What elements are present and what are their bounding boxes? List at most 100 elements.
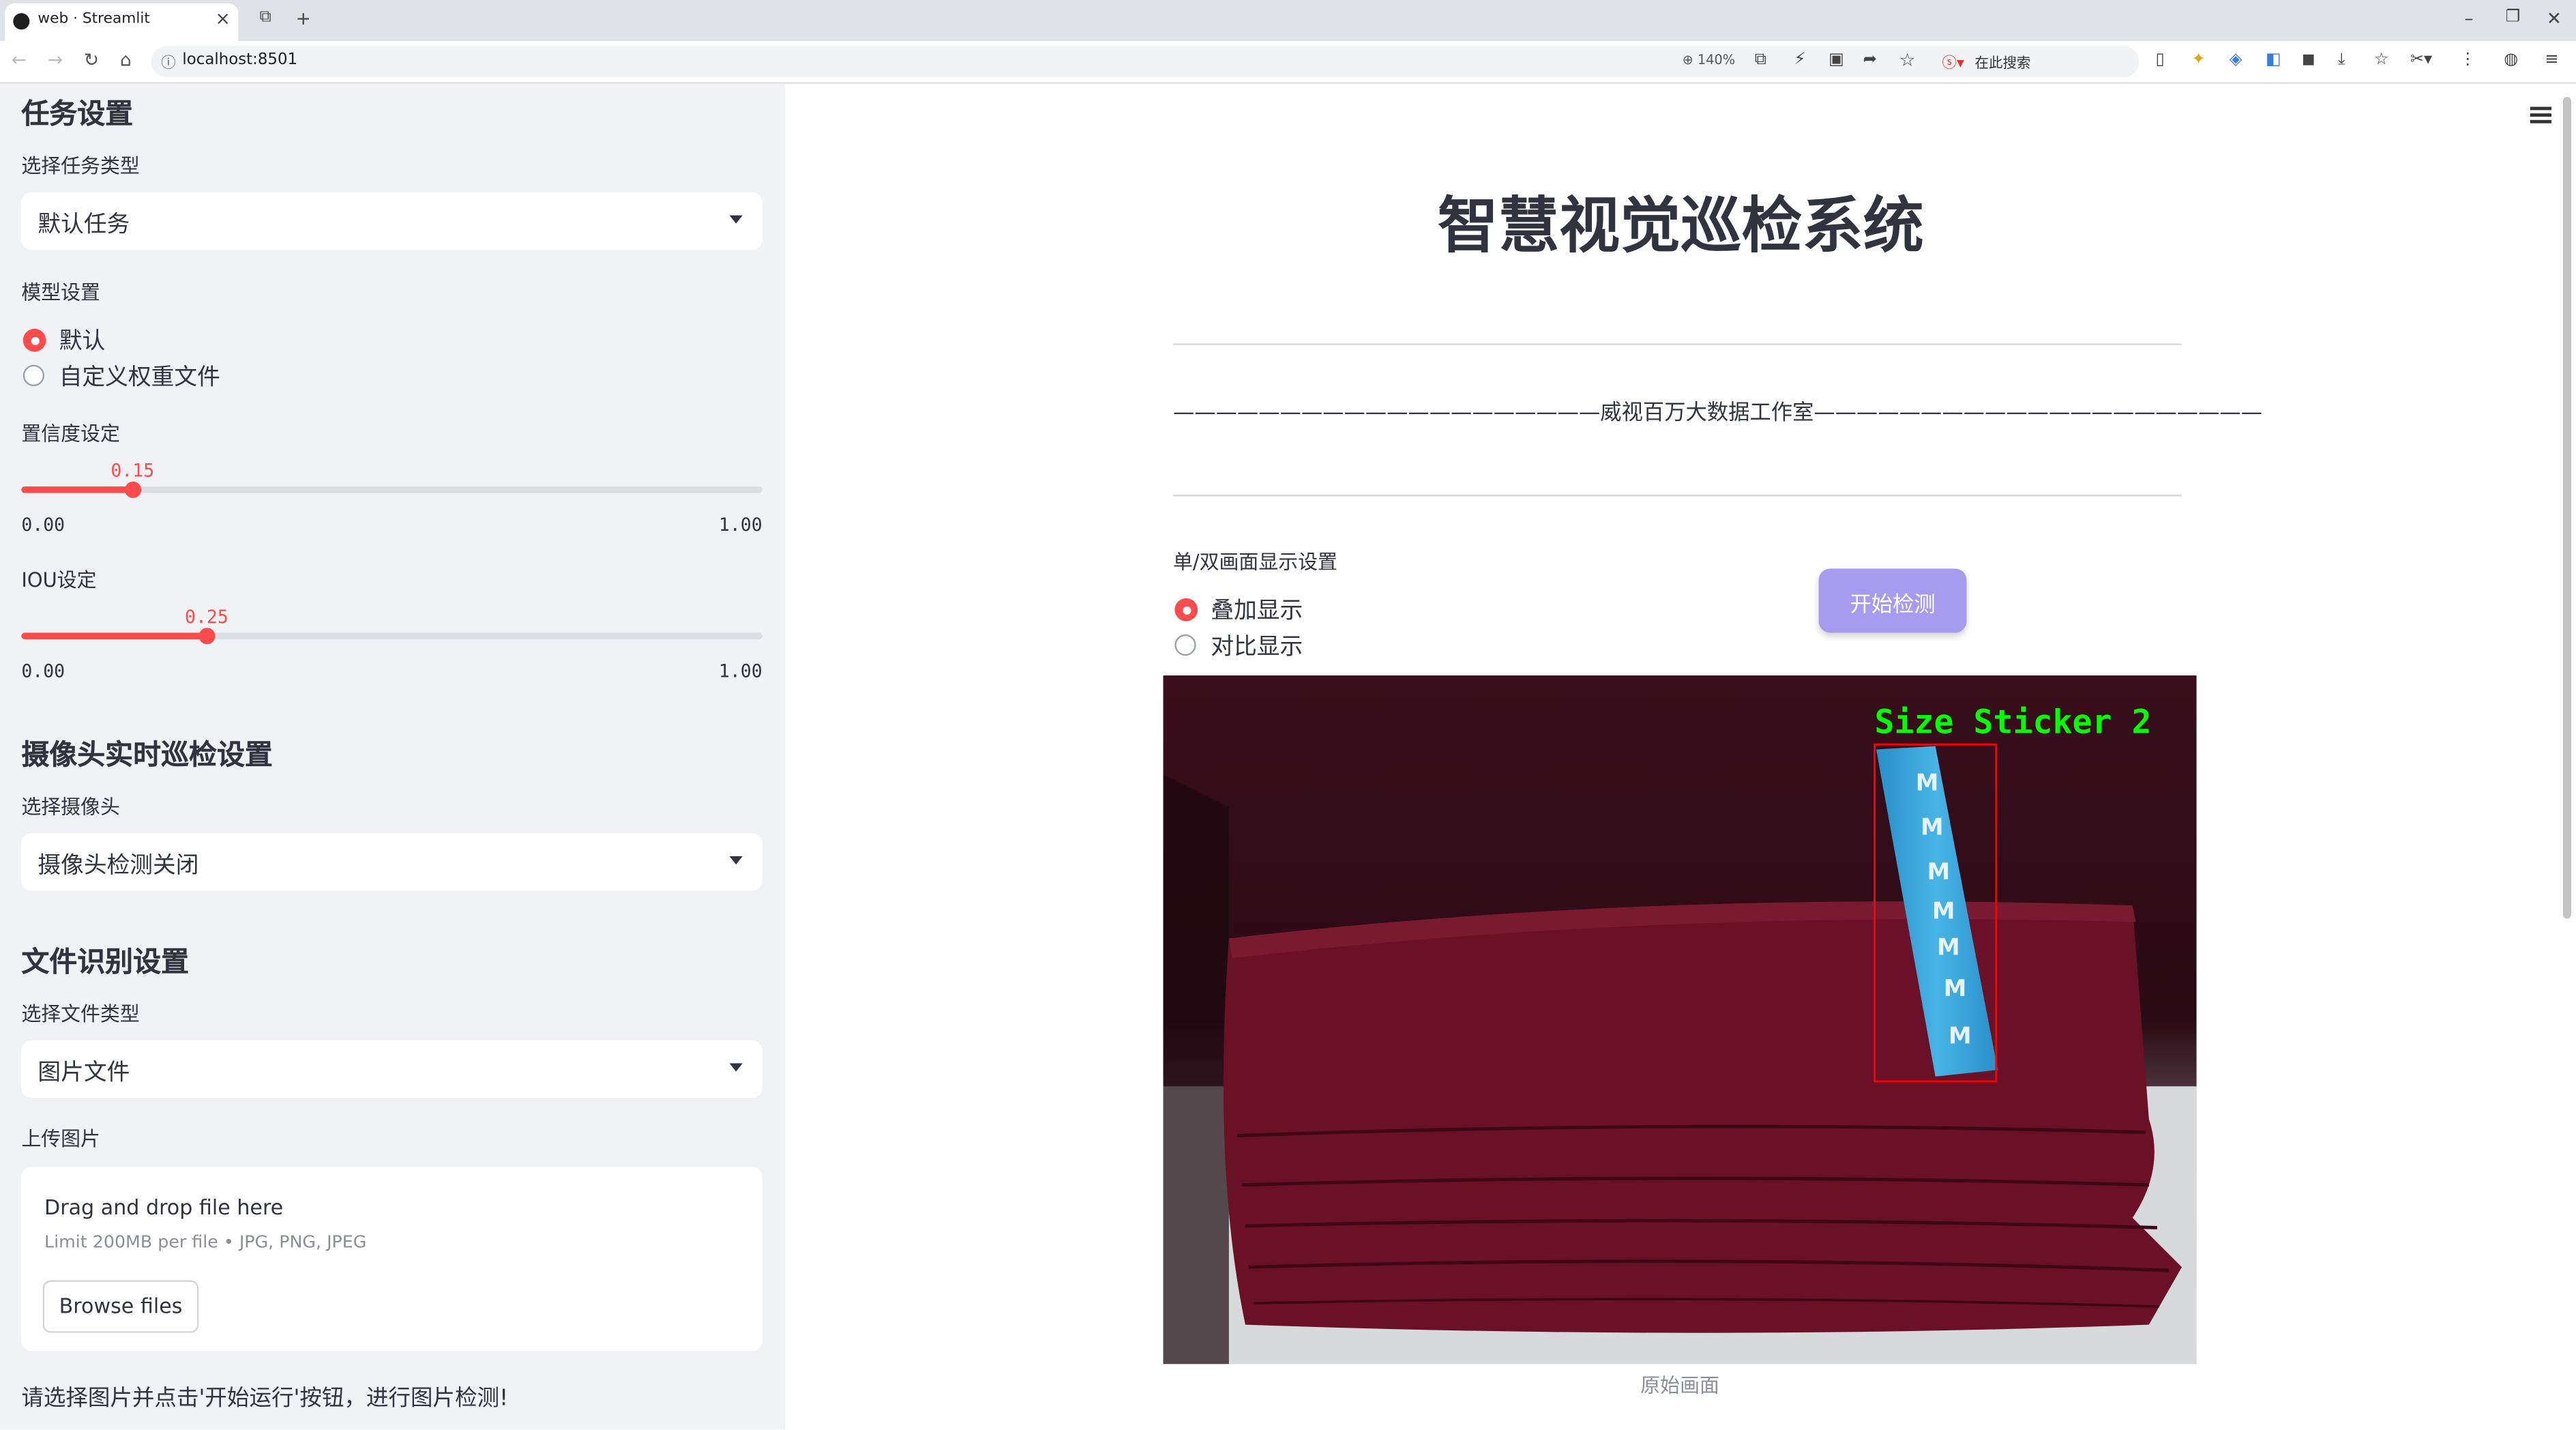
chevron-down-icon: [729, 856, 743, 865]
radio-selected-icon[interactable]: [1174, 598, 1198, 622]
reading-mode-icon[interactable]: ▯: [2155, 51, 2164, 69]
browse-files-button[interactable]: Browse files: [42, 1280, 199, 1333]
back-icon[interactable]: ←: [12, 49, 27, 70]
profile-avatar-icon[interactable]: ◍: [2504, 51, 2518, 69]
dropzone-limit: Limit 200MB per file • JPG, PNG, JPEG: [44, 1232, 367, 1253]
screenshot-icon[interactable]: ✂▾: [2410, 51, 2432, 69]
slider-current-value: 0.25: [185, 606, 228, 628]
display-mode-label: 单/双画面显示设置: [1172, 550, 1337, 574]
search-engine-icon[interactable]: ⓢ▾: [1942, 51, 1964, 72]
file-type-value: 图片文件: [38, 1060, 130, 1087]
model-option-label: 默认: [59, 328, 106, 355]
zoom-icon: ⊕: [1682, 53, 1693, 68]
new-tab-icon[interactable]: +: [296, 8, 311, 29]
sticker-letter: M: [1921, 814, 1944, 841]
task-type-select[interactable]: 默认任务: [21, 192, 763, 250]
camera-value: 摄像头检测关闭: [38, 853, 199, 879]
folded-garment: [1223, 901, 2182, 1333]
start-detection-button[interactable]: 开始检测: [1818, 568, 1967, 633]
camera-label: 选择摄像头: [21, 795, 120, 819]
page-title: 智慧视觉巡检系统: [1437, 190, 1924, 262]
file-type-label: 选择文件类型: [21, 1002, 140, 1026]
slider-current-value: 0.15: [110, 460, 155, 482]
slider-min: 0.00: [21, 514, 65, 536]
display-option-label: 叠加显示: [1211, 598, 1303, 625]
confidence-slider[interactable]: 0.15 0.00 1.00: [21, 460, 763, 562]
radio-selected-icon[interactable]: [23, 328, 46, 352]
more-vertical-icon[interactable]: ⋮: [2459, 51, 2476, 69]
bookmark-star-icon[interactable]: ☆: [1899, 49, 1916, 70]
restore-icon[interactable]: ❐: [2506, 8, 2521, 26]
main-content: 智慧视觉巡检系统 ————————————————————威视百万大数据工作室—…: [785, 83, 2576, 1430]
browser-tab[interactable]: web · Streamlit ×: [5, 3, 239, 42]
browser-menu-icon[interactable]: ≡: [2545, 51, 2558, 69]
detection-label: Size Sticker 2: [1875, 703, 2152, 741]
task-section-title: 任务设置: [21, 98, 134, 132]
divider: [1172, 343, 2182, 345]
extension-4-icon[interactable]: ◼: [2302, 51, 2315, 69]
sidebar: 任务设置 选择任务类型 默认任务 模型设置 默认 自定义权重文件 置信度设定 0…: [0, 83, 786, 1430]
search-engine-label[interactable]: 在此搜索: [1974, 53, 2030, 72]
extension-3-icon[interactable]: ◧: [2266, 51, 2281, 69]
browse-files-label: Browse files: [59, 1293, 183, 1318]
file-type-select[interactable]: 图片文件: [21, 1040, 763, 1098]
sticker-letter: M: [1937, 934, 1960, 961]
detection-image: M M M M M M M Size Sticker 2: [1163, 675, 2197, 1365]
slider-max: 1.00: [718, 660, 763, 682]
site-info-icon[interactable]: ⓘ: [161, 51, 176, 72]
display-option-label: 对比显示: [1211, 634, 1303, 661]
dropzone-text: Drag and drop file here: [44, 1195, 284, 1220]
iou-slider[interactable]: 0.25 0.00 1.00: [21, 606, 763, 709]
sticker-letter: M: [1916, 770, 1939, 796]
iou-label: IOU设定: [21, 568, 97, 592]
translate-icon[interactable]: ⧉: [1755, 51, 1766, 69]
favorites-icon[interactable]: ☆: [2374, 51, 2389, 69]
chevron-down-icon: [729, 1063, 743, 1072]
window-close-icon[interactable]: ✕: [2547, 8, 2562, 29]
forward-icon[interactable]: →: [48, 49, 63, 70]
camera-select[interactable]: 摄像头检测关闭: [21, 833, 763, 891]
studio-line: ————————————————————威视百万大数据工作室——————————…: [1172, 400, 2263, 426]
camera-section-title: 摄像头实时巡检设置: [21, 740, 273, 773]
slider-fill: [21, 632, 207, 640]
browser-toolbar: ← → ↻ ⌂ ⓘ localhost:8501 ⊕ 140% ⧉ ⚡ ▣ ➦ …: [0, 41, 2576, 84]
slider-thumb[interactable]: [124, 481, 141, 498]
slider-thumb[interactable]: [198, 628, 215, 645]
upload-hint: 请选择图片并点击'开始运行'按钮，进行图片检测!: [21, 1385, 509, 1412]
extension-1-icon[interactable]: ✦: [2191, 51, 2205, 69]
url-text[interactable]: localhost:8501: [182, 51, 297, 69]
home-icon[interactable]: ⌂: [120, 49, 132, 70]
download-icon[interactable]: ⤓: [2338, 51, 2345, 69]
sticker-letter: M: [1927, 858, 1951, 885]
reload-icon[interactable]: ↻: [84, 49, 99, 70]
task-type-value: 默认任务: [38, 211, 130, 239]
sticker-letter: M: [1949, 1023, 1972, 1049]
image-caption: 原始画面: [1640, 1373, 1719, 1397]
left-shadow: [1163, 774, 1229, 1365]
tab-close-icon[interactable]: ×: [216, 8, 231, 29]
address-bar[interactable]: ⓘ localhost:8501 ⊕ 140% ⧉ ⚡ ▣ ➦ ☆ ⓢ▾ 在此搜…: [151, 46, 2140, 78]
zoom-indicator[interactable]: ⊕ 140%: [1683, 53, 1735, 68]
capture-icon[interactable]: ▣: [1829, 51, 1844, 69]
task-type-label: 选择任务类型: [21, 154, 140, 178]
lightning-icon[interactable]: ⚡: [1794, 51, 1806, 69]
browser-tab-bar: web · Streamlit × ⧉ + – ❐ ✕: [0, 0, 2576, 42]
tab-actions-icon[interactable]: ⧉: [260, 8, 271, 26]
radio-unselected-icon[interactable]: [1174, 634, 1196, 656]
file-section-title: 文件识别设置: [21, 946, 190, 980]
share-icon[interactable]: ➦: [1863, 51, 1877, 69]
radio-unselected-icon[interactable]: [23, 364, 45, 387]
file-dropzone[interactable]: Drag and drop file here Limit 200MB per …: [21, 1167, 763, 1352]
chevron-down-icon: [729, 215, 743, 224]
slider-max: 1.00: [718, 514, 763, 536]
sticker-letter: M: [1944, 975, 1967, 1002]
model-option-label: 自定义权重文件: [59, 364, 220, 392]
extension-2-icon[interactable]: ◈: [2230, 51, 2242, 69]
minimize-icon[interactable]: –: [2464, 8, 2473, 29]
hamburger-menu-icon[interactable]: [2530, 106, 2553, 123]
slider-min: 0.00: [21, 660, 65, 682]
tab-title: web · Streamlit: [38, 11, 150, 28]
divider: [1172, 495, 2182, 497]
model-label: 模型设置: [21, 280, 100, 304]
streamlit-favicon-icon: [13, 13, 30, 30]
